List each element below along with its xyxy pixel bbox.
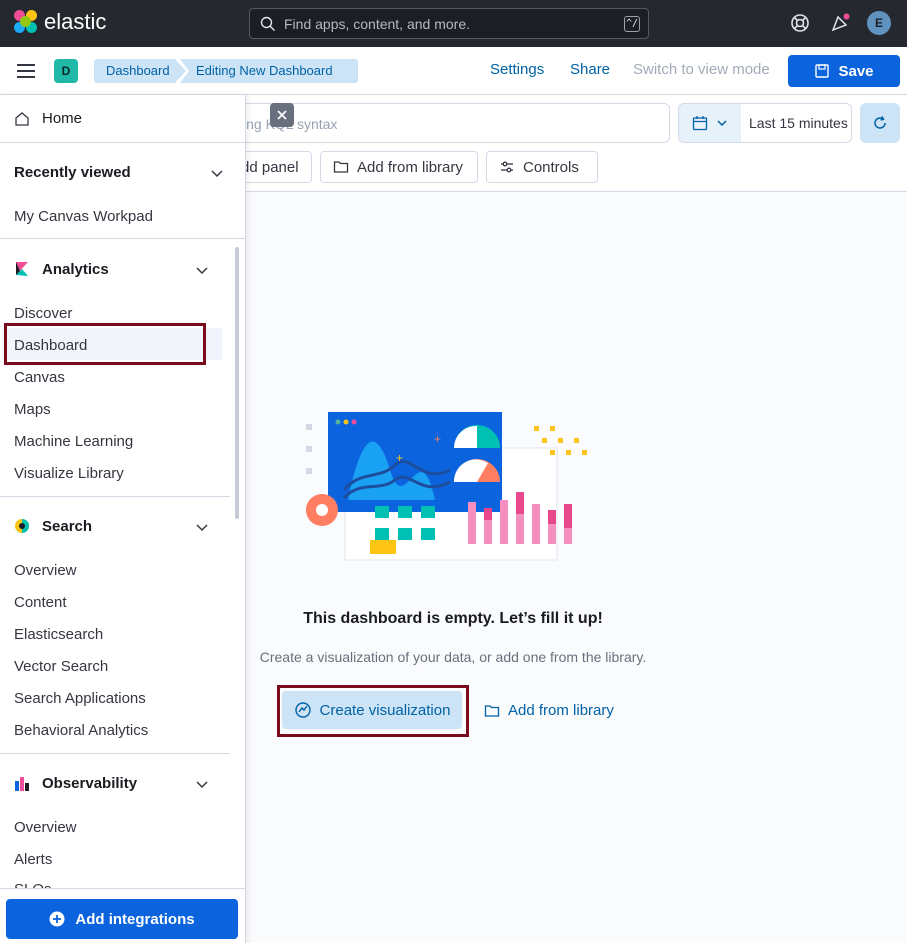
- nav-analytics-title[interactable]: Analytics: [42, 261, 109, 278]
- svg-text:+: +: [434, 432, 441, 446]
- nav-scrollbar[interactable]: [235, 247, 239, 519]
- share-link[interactable]: Share: [570, 61, 610, 78]
- nav-divider: [0, 753, 230, 754]
- calendar-icon: [692, 116, 708, 131]
- elastic-logo[interactable]: elastic: [14, 9, 106, 35]
- breadcrumb-editing-label: Editing New Dashboard: [196, 63, 333, 78]
- nav-item-machine-learning[interactable]: Machine Learning: [14, 433, 133, 450]
- nav-item-alerts[interactable]: Alerts: [14, 851, 52, 868]
- nav-divider: [0, 238, 246, 239]
- nav-home[interactable]: Home: [0, 95, 246, 143]
- nav-item-my-canvas-workpad[interactable]: My Canvas Workpad: [14, 208, 153, 225]
- nav-item-content[interactable]: Content: [14, 594, 67, 611]
- add-integrations-label: Add integrations: [75, 910, 195, 928]
- chevron-down-icon[interactable]: [195, 777, 209, 791]
- plus-circle-icon: [49, 911, 65, 927]
- chevron-down-icon[interactable]: [210, 166, 224, 180]
- empty-dashboard-illustration: + +: [306, 412, 587, 561]
- svg-text:+: +: [396, 451, 403, 465]
- refresh-button[interactable]: [860, 103, 900, 143]
- nav-item-discover[interactable]: Discover: [14, 305, 72, 322]
- save-button-label: Save: [838, 62, 874, 80]
- switch-view-mode-link[interactable]: Switch to view mode: [633, 61, 770, 78]
- save-button[interactable]: Save: [788, 55, 900, 87]
- empty-add-from-library-label: Add from library: [508, 702, 614, 719]
- visualize-icon: [294, 702, 311, 718]
- chevron-down-icon[interactable]: [195, 263, 209, 277]
- user-avatar[interactable]: E: [867, 11, 891, 35]
- nav-item-vector-search[interactable]: Vector Search: [14, 658, 108, 675]
- settings-link[interactable]: Settings: [490, 61, 544, 78]
- search-shortcut-badge: ^/: [624, 16, 640, 32]
- add-from-library-label: Add from library: [357, 158, 463, 176]
- date-picker[interactable]: Last 15 minutes: [678, 103, 852, 143]
- save-icon: [815, 64, 830, 78]
- nav-recently-viewed-title[interactable]: Recently viewed: [14, 164, 131, 181]
- nav-item-search-applications[interactable]: Search Applications: [14, 690, 146, 707]
- chevron-down-icon: [717, 120, 727, 127]
- nav-divider: [0, 496, 230, 497]
- empty-add-from-library-link[interactable]: Add from library: [484, 702, 614, 719]
- add-integrations-button[interactable]: Add integrations: [6, 899, 238, 939]
- breadcrumb-editing[interactable]: Editing New Dashboard: [180, 59, 358, 83]
- home-icon: [15, 111, 29, 126]
- nav-item-visualize-library[interactable]: Visualize Library: [14, 465, 124, 482]
- controls-icon: [501, 161, 513, 173]
- nav-item-canvas[interactable]: Canvas: [14, 369, 65, 386]
- breadcrumb-dashboard[interactable]: Dashboard: [94, 59, 186, 83]
- refresh-icon: [874, 116, 886, 129]
- observability-icon: [15, 777, 29, 791]
- folder-icon: [484, 704, 500, 717]
- nav-item-observability-overview[interactable]: Overview: [14, 819, 77, 836]
- news-icon[interactable]: [830, 13, 850, 33]
- add-from-library-button[interactable]: Add from library: [320, 151, 478, 183]
- search-solution-icon: [15, 519, 29, 533]
- nav-observability-title[interactable]: Observability: [42, 775, 137, 792]
- empty-state-title: This dashboard is empty. Let’s fill it u…: [303, 610, 603, 627]
- date-quick-select[interactable]: [679, 104, 741, 142]
- nav-search-title[interactable]: Search: [42, 518, 92, 535]
- close-icon: [277, 110, 287, 120]
- create-visualization-label: Create visualization: [319, 701, 451, 719]
- side-navigation: Home Recently viewed My Canvas Workpad A…: [0, 95, 246, 943]
- nav-item-maps[interactable]: Maps: [14, 401, 51, 418]
- global-search-input[interactable]: Find apps, content, and more. ^/: [249, 8, 649, 39]
- empty-state-description: Create a visualization of your data, or …: [259, 649, 647, 665]
- controls-label: Controls: [523, 158, 579, 176]
- nav-item-elasticsearch[interactable]: Elasticsearch: [14, 626, 103, 643]
- nav-footer-divider: [0, 888, 246, 889]
- search-placeholder: Find apps, content, and more.: [284, 15, 470, 32]
- nav-item-dashboard[interactable]: Dashboard: [14, 337, 87, 354]
- nav-home-label: Home: [42, 110, 83, 127]
- chevron-down-icon[interactable]: [195, 520, 209, 534]
- nav-item-behavioral-analytics[interactable]: Behavioral Analytics: [14, 722, 148, 739]
- search-icon: [260, 16, 275, 31]
- nav-item-search-overview[interactable]: Overview: [14, 562, 77, 579]
- create-visualization-button[interactable]: Create visualization: [282, 691, 462, 729]
- elastic-logo-text: elastic: [44, 9, 107, 34]
- app-header: D Dashboard Editing New Dashboard Settin…: [0, 47, 907, 95]
- top-header: elastic Find apps, content, and more. ^/…: [0, 0, 907, 47]
- add-panel-label: dd panel: [241, 158, 299, 176]
- date-range-text[interactable]: Last 15 minutes: [741, 104, 851, 142]
- analytics-icon: [16, 262, 28, 276]
- elastic-logo-icon: [14, 10, 38, 34]
- close-nav-button[interactable]: [270, 103, 294, 127]
- folder-icon: [333, 161, 349, 173]
- menu-icon[interactable]: [16, 62, 36, 80]
- space-avatar[interactable]: D: [54, 59, 78, 83]
- help-icon[interactable]: [790, 13, 810, 33]
- controls-button[interactable]: Controls: [486, 151, 598, 183]
